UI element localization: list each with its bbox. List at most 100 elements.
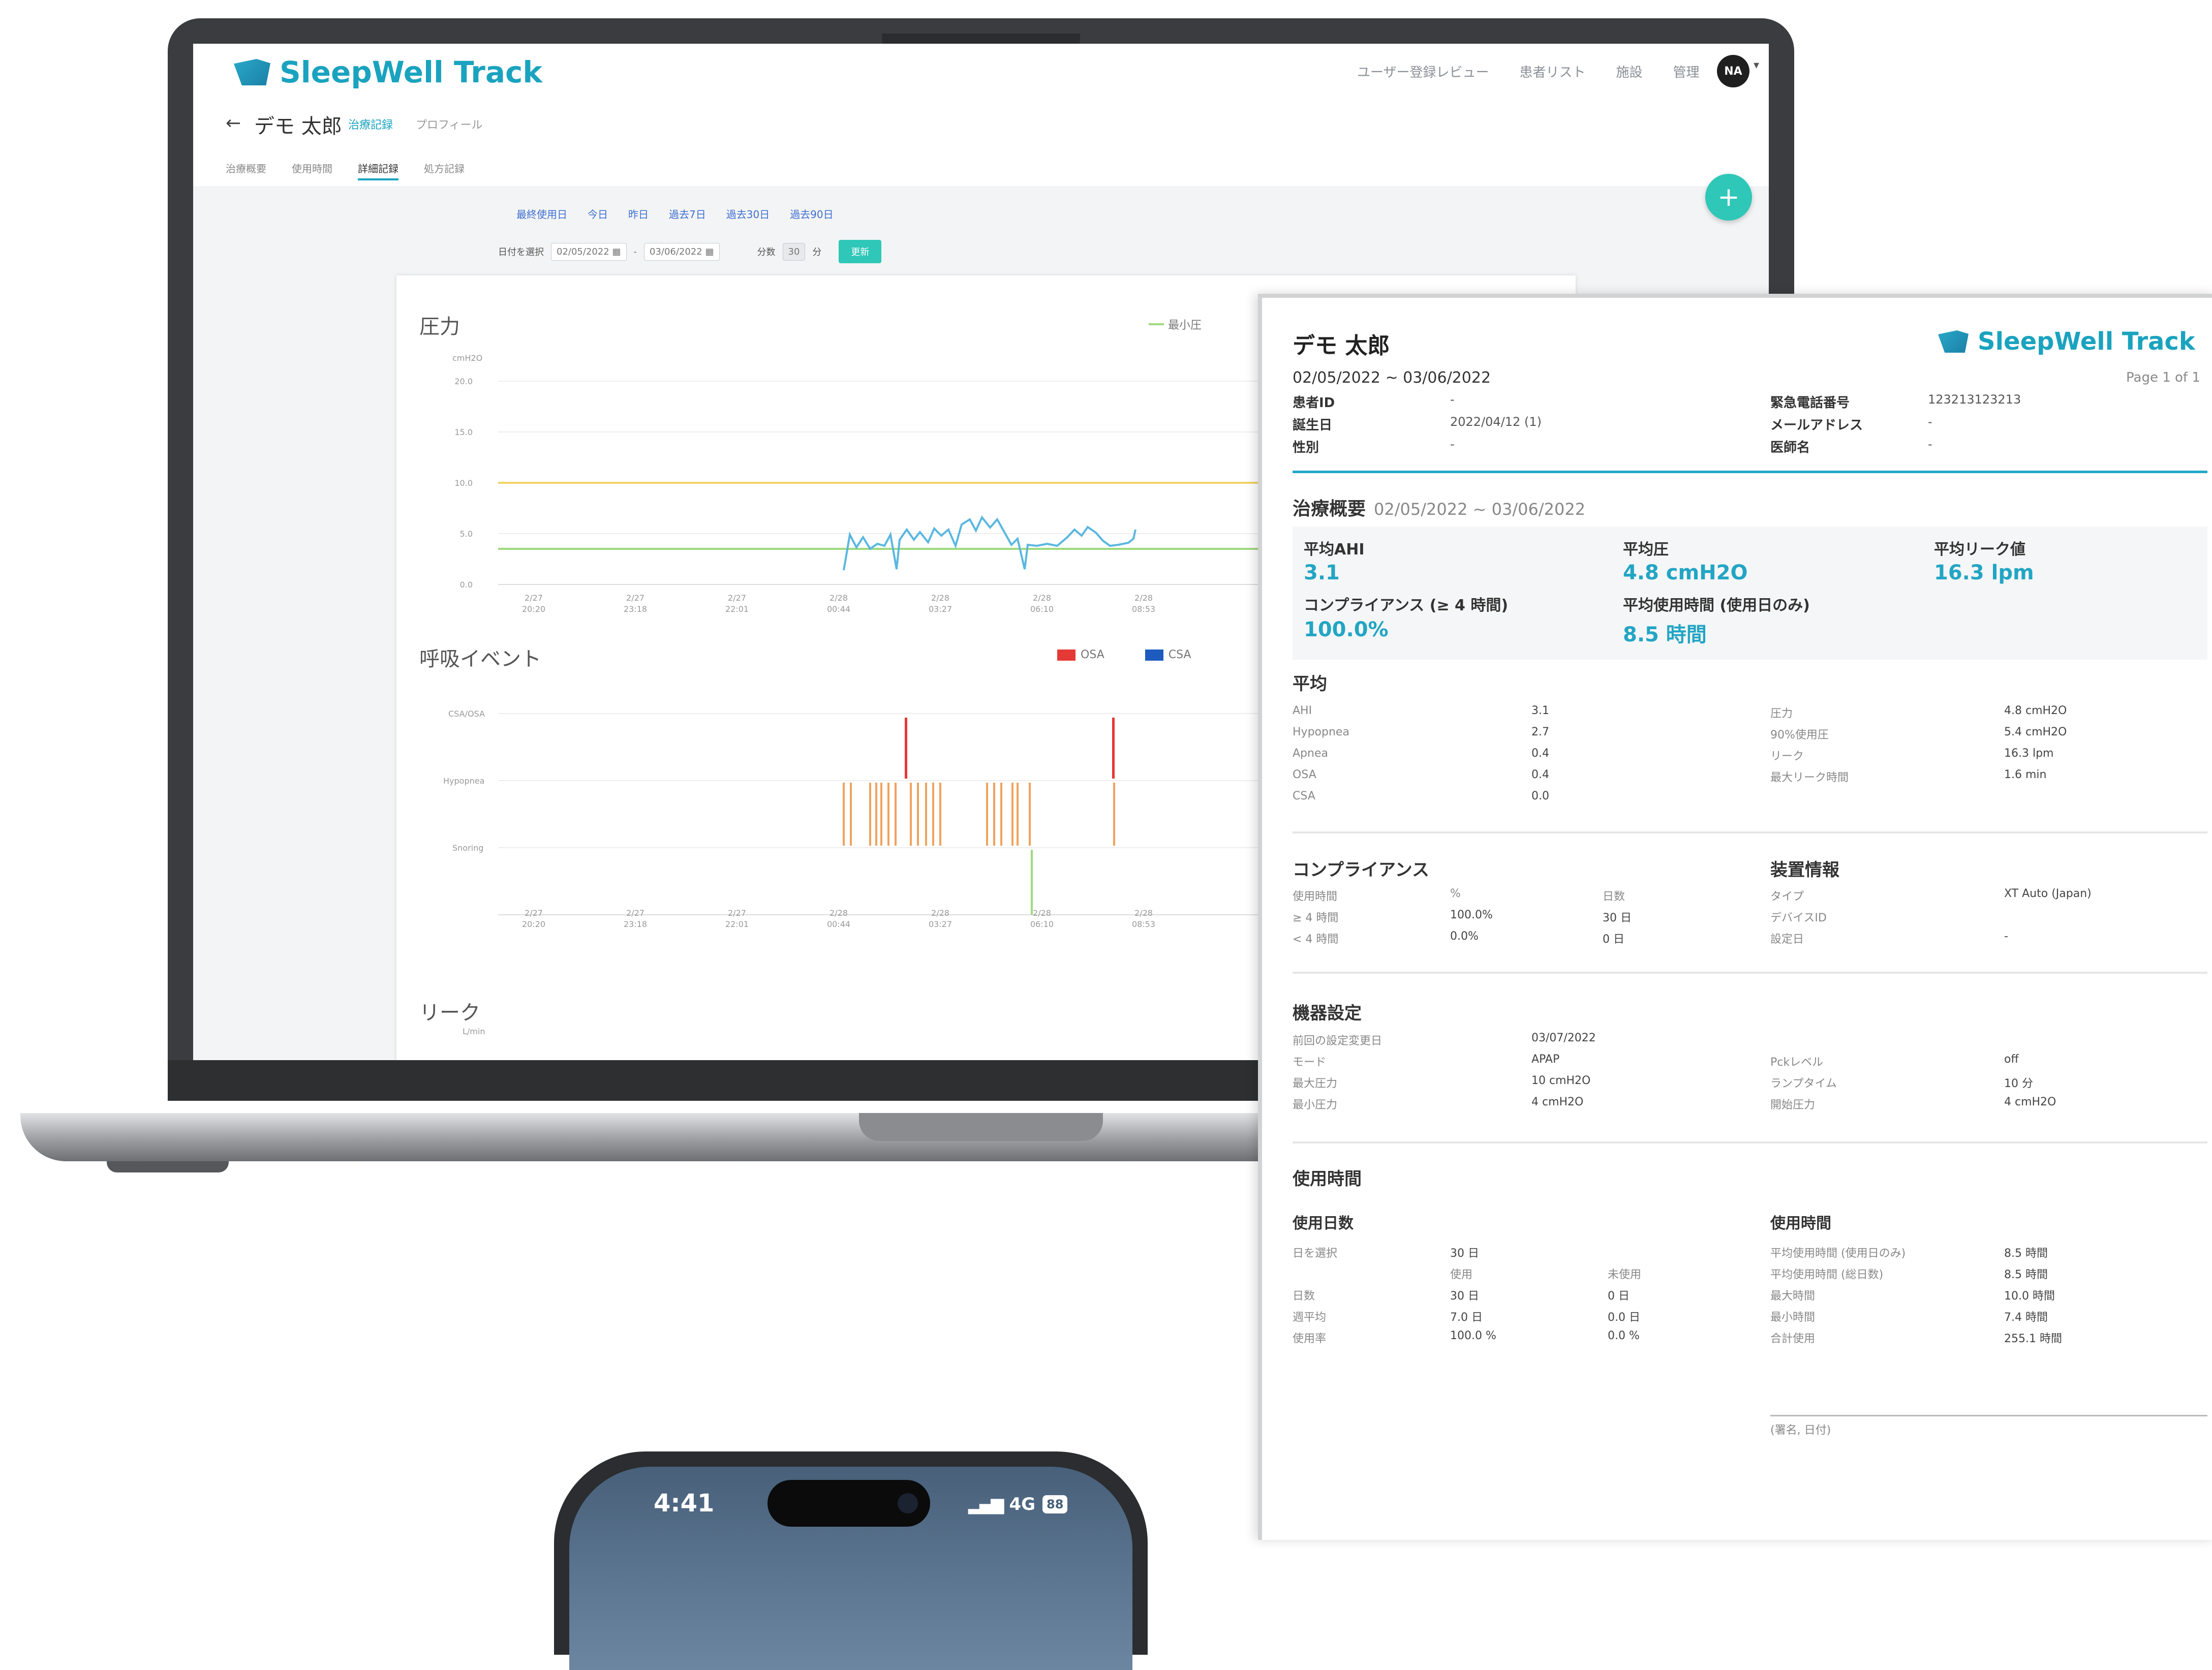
usage-days-cell: 週平均 [1293,1311,1327,1324]
calendar-icon: ▦ [612,246,621,257]
update-button[interactable]: 更新 [839,240,882,263]
nav-admin[interactable]: 管理 [1673,62,1700,81]
subtab-prescription[interactable]: 処方記録 [424,161,465,180]
report-row: AHI 3.1 [1293,704,1549,726]
row-label: Hypopnea [1293,726,1349,738]
info-label: メールアドレス [1770,418,1863,433]
report-row: 合計使用 255.1 時間 [1770,1329,2062,1351]
date-to-input[interactable]: 03/06/2022 ▦ [644,242,720,261]
events-chart-title: 呼吸イベント [419,647,541,671]
report-row: 前回の設定変更日 03/07/2022 [1293,1032,1596,1053]
x-tick-label: 2/27 [728,908,746,918]
info-label: 緊急電話番号 [1770,395,1850,411]
hypopnea-event-mark [1113,783,1115,846]
patient-name: デモ 太郎 [254,115,342,138]
subtab-summary[interactable]: 治療概要 [226,161,266,180]
usage-days-header: 使用 [1450,1269,1473,1281]
row-value: 255.1 時間 [2004,1333,2062,1345]
subtab-usage[interactable]: 使用時間 [292,161,332,180]
back-arrow-icon[interactable]: ← [226,113,241,134]
usage-hours-title: 使用時間 [1770,1215,1831,1232]
nav-facility[interactable]: 施設 [1616,62,1643,81]
row-value: 4 cmH2O [2004,1096,2056,1108]
x-tick-label: 2/28 [1134,593,1153,603]
compliance-value: 100.0% [1304,618,1389,641]
sub-tabs: 治療概要 使用時間 詳細記録 処方記録 [226,161,465,180]
battery-icon: 88 [1042,1495,1068,1513]
compliance-cell: ≥ 4 時間 [1293,912,1339,924]
preset-90-days[interactable]: 過去90日 [790,206,833,221]
row-label: AHI [1293,704,1312,717]
avg-ahi-value: 3.1 [1304,561,1340,584]
row-label: ランプタイム [1770,1077,1837,1090]
averages-title: 平均 [1293,674,1327,694]
signature-label: (署名, 日付) [1770,1424,1831,1437]
x-tick-label: 23:18 [624,919,647,929]
row-label: 最大リーク時間 [1770,771,1849,784]
avatar[interactable]: NA [1717,55,1749,87]
pressure-series-line [843,515,1136,571]
usage-days-cell: 0.0 % [1608,1329,1640,1342]
osa-event-mark [1112,718,1115,779]
row-value: 0.0 [1531,790,1549,802]
laptop-opening-groove [859,1113,1103,1141]
x-tick-label: 2/28 [1134,908,1153,918]
report-info-left: 患者ID - 誕生日 2022/04/12 (1) 性別 - [1293,392,1542,459]
add-button[interactable]: + [1705,174,1752,221]
usage-days-cell: 100.0 % [1450,1329,1496,1342]
avg-use-value: 8.5 時間 [1623,623,1707,646]
preset-yesterday[interactable]: 昨日 [628,206,649,221]
app-logo[interactable]: SleepWell Track [234,55,542,89]
camera-icon [898,1493,918,1513]
preset-7-days[interactable]: 過去7日 [669,206,706,221]
interval-input[interactable]: 30 [782,242,806,261]
row-label: 平均使用時間 (総日数) [1770,1269,1884,1281]
report-row: リーク 16.3 lpm [1770,747,2067,768]
row-value: 03/07/2022 [1531,1032,1596,1044]
tab-treatment-record[interactable]: 治療記録 [348,116,393,132]
nav-user-review[interactable]: ユーザー登録レビュー [1357,62,1489,81]
row-value: 5.4 cmH2O [2004,726,2067,738]
row-label: CSA [1293,790,1315,802]
nav-patient-list[interactable]: 患者リスト [1519,62,1585,81]
report-row: 最小時間 7.4 時間 [1770,1308,2062,1329]
info-value: - [1928,415,1932,429]
row-label: リーク [1770,750,1804,763]
summary-title: 治療概要 02/05/2022 ~ 03/06/2022 [1293,494,1585,520]
row-label: Apnea [1293,747,1328,760]
y-tick-label: 5.0 [460,529,473,539]
report-row: 最大圧力 10 cmH2O [1293,1074,1596,1096]
x-tick-label: 03:27 [929,919,952,929]
compliance-label: コンプライアンス (≥ 4 時間) [1304,597,1509,614]
hypopnea-event-mark [895,783,897,846]
x-tick-label: 2/27 [525,593,543,603]
x-tick-label: 20:20 [522,604,545,614]
usage-days-table: 日を選択 30 日 使用 未使用 日数 30 日 0 日 週平均 7.0 日 0.0 日 使… [1293,1244,1641,1351]
logo-mark-icon [234,59,270,85]
device-label: タイプ [1770,890,1804,903]
report-row: ランプタイム 10 分 [1770,1074,2056,1096]
x-tick-label: 08:53 [1132,919,1155,929]
preset-30-days[interactable]: 過去30日 [726,206,770,221]
row-label: 90%使用圧 [1770,729,1829,741]
chevron-down-icon[interactable]: ▾ [1754,59,1759,72]
row-value: 10 分 [2004,1077,2033,1090]
interval-unit: 分 [812,247,822,258]
preset-today[interactable]: 今日 [588,206,608,221]
hypopnea-event-mark [993,783,995,846]
preset-last-used[interactable]: 最終使用日 [516,206,567,221]
date-from-input[interactable]: 02/05/2022 ▦ [551,242,627,261]
divider [1293,471,2207,473]
hypopnea-event-mark [939,783,941,846]
avg-leak-value: 16.3 lpm [1934,561,2034,584]
subtab-detail[interactable]: 詳細記録 [358,161,398,180]
report-logo: SleepWell Track [1938,327,2195,356]
x-tick-label: 00:44 [827,604,850,614]
events-legend: OSA CSA [1057,648,1191,661]
x-tick-label: 06:10 [1030,604,1054,614]
date-label: 日付を選択 [498,247,544,258]
row-value: 10.0 時間 [2004,1290,2055,1303]
usage-days-select-value[interactable]: 30 日 [1450,1244,1479,1265]
network-label: 4G [1009,1494,1036,1514]
tab-profile[interactable]: プロフィール [416,116,483,132]
